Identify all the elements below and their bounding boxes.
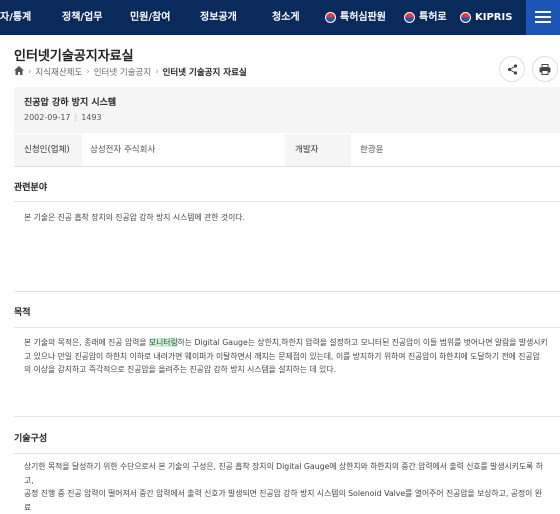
kipo-logo-icon <box>460 12 471 23</box>
breadcrumb-item[interactable]: 인터넷 기술공지 <box>94 66 151 78</box>
section-title-field: 관련분야 <box>14 183 48 193</box>
nav-item-info[interactable]: 정보공개 <box>200 0 237 35</box>
purpose-text: 고 있으나 만일 진공압이 하한치 이하로 내려가면 웨이퍼가 이탈하면서 깨지… <box>24 351 540 361</box>
purpose-text: 하는 Digital Gauge는 상한치,하한치 압력을 설정하고 모니터된 … <box>177 338 548 347</box>
ext-link-kipris[interactable]: KIPRIS <box>460 0 512 35</box>
section-divider <box>14 327 560 328</box>
kipo-logo-icon <box>404 12 415 23</box>
purpose-text: 의 이상을 감지하고 즉각적으로 진공압을 올려주는 진공압 강하 방지 시스템… <box>24 365 336 374</box>
ext-link-label: 특허로 <box>419 12 447 23</box>
kipo-logo-icon <box>325 12 336 23</box>
page-title: 인터넷기술공지자료실 <box>14 49 134 64</box>
print-icon <box>539 63 551 75</box>
breadcrumb-current: 인터넷 기술공지 자료실 <box>162 68 247 78</box>
nav-item-other[interactable]: 청소게 <box>272 0 300 35</box>
section-title-composition: 기술구성 <box>14 434 48 444</box>
developer-label: 개발자 <box>285 134 351 166</box>
article-header: 진공압 강하 방지 시스템 2002-09-17 | 1493 <box>14 87 560 133</box>
ext-link-ipt[interactable]: 특허심판원 <box>325 0 386 35</box>
top-navigation: 자/통계 정책/업무 민원/참여 정보공개 청소게 특허심판원 특허로 KIPR… <box>0 0 560 35</box>
section-divider <box>14 453 560 454</box>
nav-item-policy[interactable]: 정책/업무 <box>62 0 102 35</box>
breadcrumb-item[interactable]: 지식재산제도 <box>35 66 82 78</box>
ext-link-label: KIPRIS <box>475 12 513 23</box>
section-text-composition: 상기한 목적을 달성하기 위한 수단으로서 본 기술의 구성은, 진공 흡착 장… <box>24 460 549 514</box>
ext-link-label: 특허심판원 <box>340 12 386 23</box>
section-title-purpose: 목적 <box>14 308 31 318</box>
ext-link-patentro[interactable]: 특허로 <box>404 0 447 35</box>
composition-text: 상기한 목적을 달성하기 위한 수단으로서 본 기술의 구성은, 진공 흡착 장… <box>24 462 543 485</box>
section-text-purpose: 본 기술의 목적은, 종래에 진공 압력을 모니터링하는 Digital Gau… <box>24 336 549 377</box>
article-views: 1493 <box>81 113 102 122</box>
section-divider <box>14 416 560 417</box>
developer-value: 한광윤 <box>360 145 384 155</box>
applicant-label: 신청인(업체) <box>14 134 82 166</box>
share-icon <box>507 63 517 75</box>
section-text-field: 본 기술은 진공 흡착 장치의 진공압 강하 방지 시스템에 관한 것이다. <box>24 213 245 222</box>
info-row: 신청인(업체) 삼성전자 주식회사 개발자 한광윤 <box>14 134 560 167</box>
breadcrumb: › 지식재산제도 › 인터넷 기술공지 › 인터넷 기술공지 자료실 <box>14 66 247 78</box>
article-meta: 2002-09-17 | 1493 <box>24 113 102 122</box>
nav-item-statistics[interactable]: 자/통계 <box>0 0 31 35</box>
article-title: 진공압 강하 방지 시스템 <box>24 98 117 108</box>
highlighted-text: 모니터링 <box>148 338 178 347</box>
home-icon[interactable] <box>14 66 24 78</box>
section-divider <box>14 201 560 202</box>
applicant-value: 삼성전자 주식회사 <box>90 145 156 155</box>
nav-item-civil[interactable]: 민원/참여 <box>130 0 170 35</box>
purpose-text: 본 기술의 목적은, 종래에 진공 압력을 <box>24 338 149 347</box>
article-date: 2002-09-17 <box>24 113 71 122</box>
section-divider <box>14 291 560 292</box>
share-button[interactable] <box>499 56 525 82</box>
print-button[interactable] <box>532 56 558 82</box>
composition-text: 공정 진행 중 진공 압력이 떨어져서 중간 압력에서 출력 신호가 발생되면 … <box>24 489 542 512</box>
hamburger-icon[interactable] <box>526 0 560 35</box>
